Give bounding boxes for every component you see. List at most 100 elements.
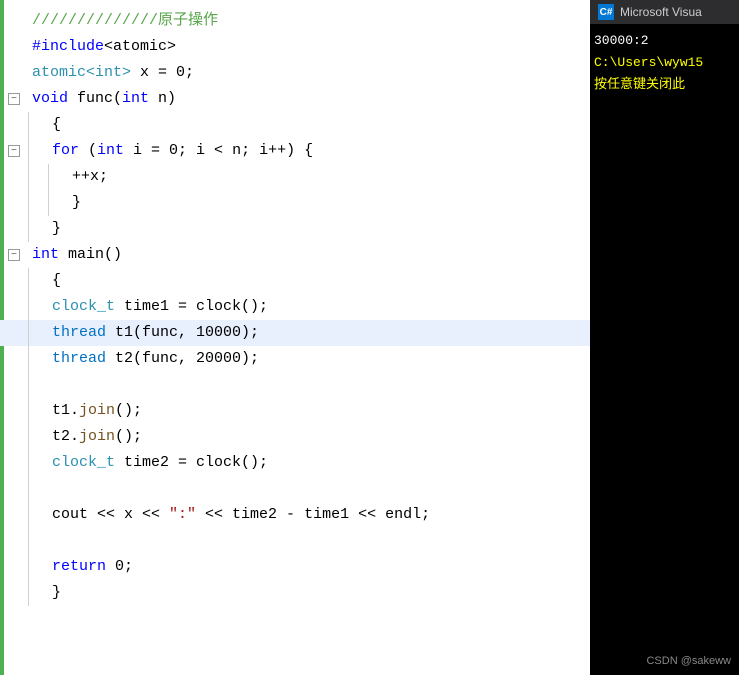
terminal-line: C:\Users\wyw15 [594, 52, 735, 74]
line-content: t2.join(); [28, 424, 590, 450]
code-line: #include<atomic> [0, 34, 590, 60]
code-line: { [0, 268, 590, 294]
code-token: time1 = clock(); [115, 298, 268, 315]
line-content: int main() [28, 242, 590, 268]
code-tokens: t1.join(); [48, 398, 142, 424]
terminal-footer: CSDN @sakeww [646, 655, 731, 667]
code-token: { [52, 272, 61, 289]
indent-guide [28, 372, 48, 398]
code-area: //////////////原子操作 #include<atomic>atomic… [0, 0, 590, 614]
code-token: t2. [52, 428, 79, 445]
code-token: x = 0; [131, 64, 194, 81]
line-content: clock_t time2 = clock(); [28, 450, 590, 476]
code-token: << time2 - time1 << endl; [196, 506, 430, 523]
code-token: join [79, 428, 115, 445]
indent-guide [28, 320, 48, 346]
code-tokens: } [68, 190, 81, 216]
indent-guide [28, 502, 48, 528]
code-token: void [32, 90, 68, 107]
code-line: clock_t time1 = clock(); [0, 294, 590, 320]
line-content: void func(int n) [28, 86, 590, 112]
code-line: } [0, 190, 590, 216]
code-token: (); [115, 402, 142, 419]
code-line: thread t1(func, 10000); [0, 320, 590, 346]
code-token: } [52, 220, 61, 237]
indent-guide [28, 164, 48, 190]
line-content [28, 528, 590, 554]
code-tokens: for (int i = 0; i < n; i++) { [48, 138, 313, 164]
indent-guide [28, 268, 48, 294]
code-token: join [79, 402, 115, 419]
indent-guide [28, 138, 48, 164]
line-content: //////////////原子操作 [28, 8, 590, 34]
indent-guide [48, 190, 68, 216]
code-token: t1. [52, 402, 79, 419]
indent-guide [28, 346, 48, 372]
terminal-header: C# Microsoft Visua [590, 0, 739, 24]
code-line: −void func(int n) [0, 86, 590, 112]
line-content: #include<atomic> [28, 34, 590, 60]
code-editor: //////////////原子操作 #include<atomic>atomic… [0, 0, 590, 675]
line-content: t1.join(); [28, 398, 590, 424]
code-tokens: thread t2(func, 20000); [48, 346, 259, 372]
indent-guide [28, 528, 48, 554]
code-line: −int main() [0, 242, 590, 268]
code-token: thread [52, 350, 106, 367]
code-tokens: //////////////原子操作 [28, 8, 218, 34]
code-token: n) [149, 90, 176, 107]
code-token: func( [68, 90, 122, 107]
indent-guide [28, 112, 48, 138]
code-token: return [52, 558, 106, 575]
code-token: cout << x << [52, 506, 169, 523]
terminal-icon: C# [598, 4, 614, 20]
code-line: clock_t time2 = clock(); [0, 450, 590, 476]
code-line: t1.join(); [0, 398, 590, 424]
line-content: return 0; [28, 554, 590, 580]
code-line: } [0, 580, 590, 606]
terminal-line: 30000:2 [594, 30, 735, 52]
code-token: ( [79, 142, 97, 159]
gutter: − [0, 93, 28, 105]
indent-guide [28, 216, 48, 242]
code-tokens: { [48, 112, 61, 138]
code-token: 0; [106, 558, 133, 575]
indent-guide [48, 164, 68, 190]
code-line: cout << x << ":" << time2 - time1 << end… [0, 502, 590, 528]
code-token: } [72, 194, 81, 211]
code-token: { [52, 116, 61, 133]
code-token: int [32, 246, 59, 263]
collapse-button[interactable]: − [8, 249, 20, 261]
code-tokens: } [48, 580, 61, 606]
code-line: − for (int i = 0; i < n; i++) { [0, 138, 590, 164]
code-line: atomic<int> x = 0; [0, 60, 590, 86]
line-content: { [28, 268, 590, 294]
line-content: for (int i = 0; i < n; i++) { [28, 138, 590, 164]
line-content: } [28, 580, 590, 606]
code-token: clock_t [52, 454, 115, 471]
code-tokens: clock_t time2 = clock(); [48, 450, 268, 476]
line-content [28, 372, 590, 398]
indent-guide [28, 554, 48, 580]
code-tokens: } [48, 216, 61, 242]
code-line: thread t2(func, 20000); [0, 346, 590, 372]
code-tokens: ++x; [68, 164, 108, 190]
indent-guide [28, 190, 48, 216]
collapse-button[interactable]: − [8, 145, 20, 157]
terminal-line: 按任意键关闭此 [594, 74, 735, 96]
code-token: clock_t [52, 298, 115, 315]
code-token: ":" [169, 506, 196, 523]
line-content: } [28, 216, 590, 242]
code-token: main() [59, 246, 122, 263]
code-tokens: t2.join(); [48, 424, 142, 450]
code-line [0, 372, 590, 398]
code-line: t2.join(); [0, 424, 590, 450]
code-line: } [0, 216, 590, 242]
code-token: //////////////原子操作 [32, 12, 218, 29]
indent-guide [28, 476, 48, 502]
code-token: ++x; [72, 168, 108, 185]
indent-guide [28, 580, 48, 606]
indent-guide [28, 398, 48, 424]
collapse-button[interactable]: − [8, 93, 20, 105]
code-tokens: cout << x << ":" << time2 - time1 << end… [48, 502, 430, 528]
terminal-body: 30000:2C:\Users\wyw15按任意键关闭此 [590, 24, 739, 102]
